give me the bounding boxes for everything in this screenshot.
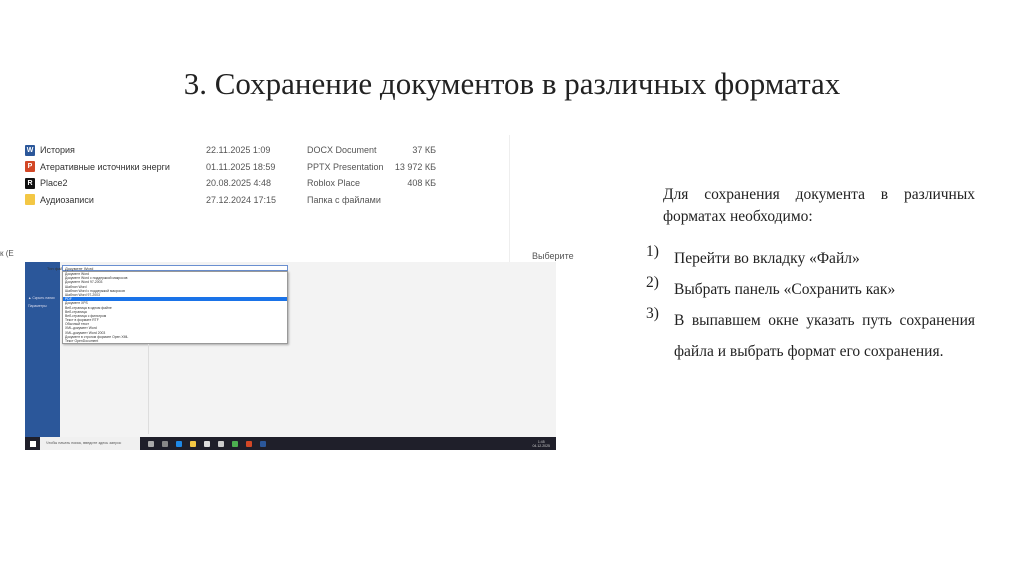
roblox-icon: R xyxy=(25,177,35,189)
file-type: Папка с файлами xyxy=(307,194,381,205)
mail-icon[interactable] xyxy=(218,440,224,447)
edge-icon[interactable] xyxy=(176,440,182,447)
file-size: 13 972 КБ xyxy=(394,161,436,172)
word-sidebar: ▲ Скрыть папки Параметры xyxy=(25,262,60,437)
file-name: Аудиозаписи xyxy=(40,194,94,205)
step-2: 2) Выбрать панель «Сохранить как» xyxy=(646,274,896,298)
divider xyxy=(148,344,149,434)
taskbar: Чтобы начать поиск, введите здесь запрос… xyxy=(25,437,556,450)
file-type: PPTX Presentation xyxy=(307,161,384,172)
word-icon: W xyxy=(25,144,35,156)
task-view-icon[interactable] xyxy=(148,440,154,447)
taskbar-search[interactable]: Чтобы начать поиск, введите здесь запрос xyxy=(40,437,140,450)
params-label: Параметры xyxy=(28,304,47,308)
step-3: 3) В выпавшем окне указать путь сохранени… xyxy=(646,305,975,360)
intro-text: Для сохранения документа в различных фор… xyxy=(663,186,975,225)
powerpoint-taskbar-icon[interactable] xyxy=(246,440,252,447)
file-row[interactable]: R Place2 20.08.2025 4:48 Roblox Place 408 КБ xyxy=(25,175,505,191)
file-type-option[interactable]: Текст OpenDocument xyxy=(63,339,287,343)
hide-folders-button[interactable]: ▲ Скрыть папки xyxy=(28,296,55,300)
file-type: DOCX Document xyxy=(307,145,377,155)
chrome-icon[interactable] xyxy=(232,440,238,447)
widgets-icon[interactable] xyxy=(162,440,168,447)
file-name: Атеративные источники энерги xyxy=(40,161,170,172)
cropped-text-left: к (E xyxy=(0,249,14,258)
file-row[interactable]: Аудиозаписи 27.12.2024 17:15 Папка с файла… xyxy=(25,192,505,208)
file-name: История xyxy=(40,145,75,155)
step-1: 1) Перейти во вкладку «Файл» xyxy=(646,243,860,267)
windows-start-icon[interactable] xyxy=(30,440,36,447)
word-taskbar-icon[interactable] xyxy=(260,440,266,447)
powerpoint-icon: P xyxy=(25,161,35,172)
file-date: 27.12.2024 17:15 xyxy=(206,194,277,205)
file-name: Place2 xyxy=(40,178,68,188)
slide-title: 3. Сохранение документов в различных фор… xyxy=(183,66,841,101)
file-list-screenshot: W История 22.11.2025 1:09 DOCX Document 37 К… xyxy=(20,135,510,262)
clock[interactable]: 1:45 04.12.2025 xyxy=(532,440,550,448)
file-date: 20.08.2025 4:48 xyxy=(206,178,272,188)
file-size: 408 КБ xyxy=(407,178,436,188)
explorer-icon[interactable] xyxy=(190,440,196,447)
file-date: 01.11.2025 18:59 xyxy=(206,161,276,172)
cropped-text-right: Выберите xyxy=(532,251,574,261)
folder-icon xyxy=(25,194,35,205)
file-type-dropdown[interactable]: Документ Word Документ Word с поддержкой … xyxy=(62,271,288,344)
file-date: 22.11.2025 1:09 xyxy=(206,145,271,155)
word-save-dialog-screenshot: ▲ Скрыть папки Параметры Тип файла: Доку… xyxy=(25,262,556,450)
store-icon[interactable] xyxy=(204,440,210,447)
file-row[interactable]: W История 22.11.2025 1:09 DOCX Document 37 К… xyxy=(25,142,505,158)
file-type: Roblox Place xyxy=(307,178,361,188)
file-row[interactable]: P Атеративные источники энерги 01.11.2025 … xyxy=(25,159,505,175)
file-size: 37 КБ xyxy=(412,145,436,155)
